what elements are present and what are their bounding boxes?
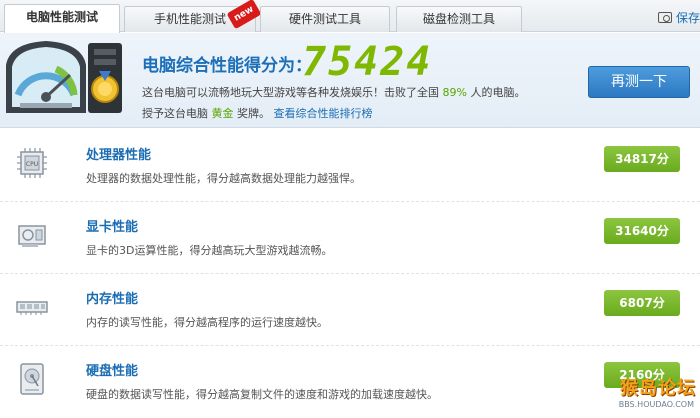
ranking-link[interactable]: 查看综合性能排行榜 [274, 107, 373, 120]
tab-phone-performance[interactable]: 手机性能测试 new [124, 0, 262, 32]
row-title: 处理器性能 [86, 148, 152, 163]
tab-pc-performance[interactable]: 电脑性能测试 [4, 4, 120, 33]
summary-line-beat: 这台电脑可以流畅地玩大型游戏等各种发烧娱乐！击败了全国 89% 人的电脑。 [142, 84, 525, 100]
medal-suffix: 奖牌。 [237, 107, 270, 120]
cpu-icon: CPU [17, 148, 47, 178]
summary-line-medal: 授予这台电脑 黄金 奖牌。 查看综合性能排行榜 [142, 105, 373, 121]
graphics-card-icon [18, 225, 46, 247]
tab-label: 磁盘检测工具 [422, 12, 495, 26]
row-title: 内存性能 [86, 292, 139, 307]
score-title: 电脑综合性能得分为： [142, 56, 312, 76]
memory-icon [16, 301, 48, 315]
row-description: 硬盘的数据读写性能，得分越高复制文件的速度和游戏的加载速度越快。 [86, 388, 438, 401]
medal-prefix: 授予这台电脑 [142, 107, 208, 120]
score-badge: 34817分 [604, 146, 680, 172]
trophy-icon [88, 43, 122, 113]
retest-button[interactable]: 再测一下 [588, 66, 690, 98]
score-summary: 电脑综合性能得分为： 75424 这台电脑可以流畅地玩大型游戏等各种发烧娱乐！击… [0, 33, 700, 128]
watermark-logo: 猴岛论坛 BBS.HOUDAO.COM [594, 374, 700, 418]
row-description: 内存的读写性能，得分越高程序的运行速度越快。 [86, 316, 328, 329]
tab-disk-tools[interactable]: 磁盘检测工具 [396, 6, 522, 32]
medal-name: 黄金 [211, 107, 234, 120]
save-label: 保存 [675, 10, 700, 25]
tab-label: 手机性能测试 [153, 12, 226, 26]
score-badge: 31640分 [604, 218, 680, 244]
speedometer-icon [6, 41, 86, 113]
tab-label: 电脑性能测试 [25, 10, 98, 24]
row-description: 显卡的3D运算性能，得分越高玩大型游戏越流畅。 [86, 244, 333, 257]
beat-percent: 89% [442, 86, 467, 99]
total-score: 75424 [302, 39, 433, 85]
camera-icon [657, 11, 672, 23]
list-item-memory: 内存性能 内存的读写性能，得分越高程序的运行速度越快。 6807分 [0, 274, 700, 346]
beat-suffix: 人的电脑。 [470, 86, 526, 99]
save-button[interactable]: 保存 [657, 8, 700, 26]
tab-hardware-tools[interactable]: 硬件测试工具 [260, 6, 390, 32]
watermark-text: 猴岛论坛 [620, 378, 696, 399]
hard-disk-icon [20, 363, 44, 395]
score-badge: 6807分 [604, 290, 680, 316]
list-item-graphics: 显卡性能 显卡的3D运算性能，得分越高玩大型游戏越流畅。 31640分 [0, 202, 700, 274]
svg-text:CPU: CPU [26, 161, 38, 168]
new-badge: new [226, 0, 262, 30]
beat-text: 这台电脑可以流畅地玩大型游戏等各种发烧娱乐！击败了全国 [142, 86, 439, 99]
watermark-url: BBS.HOUDAO.COM [618, 400, 694, 409]
list-item-cpu: CPU 处理器性能 处理器的数据处理性能，得分越高数据处理能力越强悍。 3481… [0, 130, 700, 202]
row-description: 处理器的数据处理性能，得分越高数据处理能力越强悍。 [86, 172, 361, 185]
row-title: 显卡性能 [86, 220, 139, 235]
row-title: 硬盘性能 [86, 364, 139, 379]
tab-bar: 电脑性能测试 手机性能测试 new 硬件测试工具 磁盘检测工具 保存 [0, 0, 700, 33]
tab-label: 硬件测试工具 [288, 12, 361, 26]
